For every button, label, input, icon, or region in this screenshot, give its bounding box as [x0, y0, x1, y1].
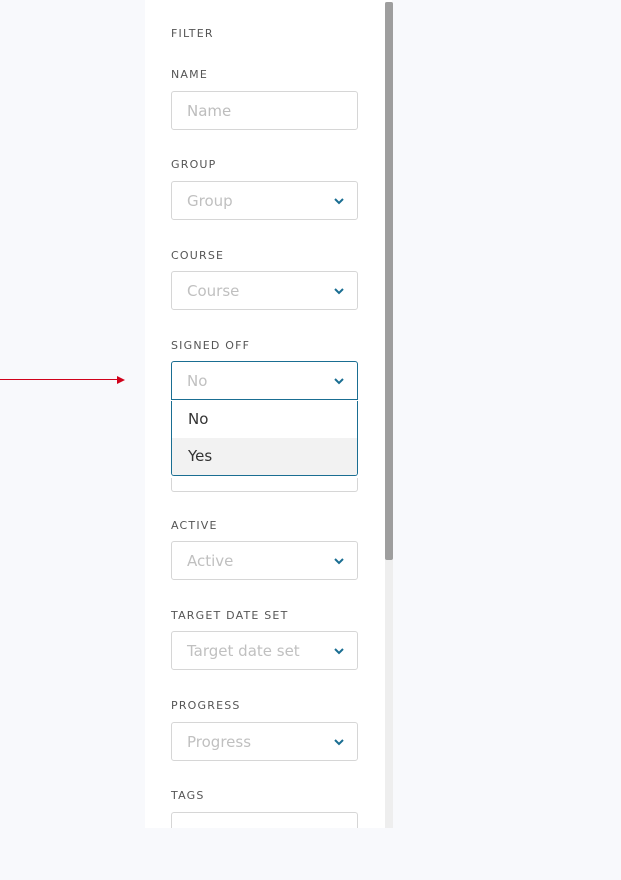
chevron-down-icon [334, 198, 344, 205]
chevron-down-icon [334, 739, 344, 746]
filter-heading: FILTER [171, 27, 214, 40]
dropdown-option-yes[interactable]: Yes [172, 438, 357, 475]
tags-field[interactable] [171, 812, 358, 828]
course-select-value: Course [187, 282, 240, 300]
name-input[interactable] [172, 92, 357, 129]
chevron-down-icon [334, 378, 344, 385]
target-date-set-label: TARGET DATE SET [171, 609, 289, 622]
progress-select[interactable]: Progress [171, 722, 358, 761]
progress-label: PROGRESS [171, 699, 241, 712]
progress-select-value: Progress [187, 733, 252, 751]
annotation-arrow-head [117, 376, 125, 384]
active-select-value: Active [187, 552, 234, 570]
hidden-field-edge [171, 478, 358, 492]
course-label: COURSE [171, 249, 225, 262]
group-select[interactable]: Group [171, 181, 358, 220]
signed-off-select-value: No [187, 372, 208, 390]
chevron-down-icon [334, 558, 344, 565]
name-label: NAME [171, 68, 208, 81]
scrollbar-thumb[interactable] [385, 2, 393, 560]
group-label: GROUP [171, 158, 217, 171]
signed-off-label: SIGNED OFF [171, 339, 251, 352]
annotation-arrow-line [0, 379, 118, 380]
chevron-down-icon [334, 648, 344, 655]
signed-off-dropdown: No Yes [171, 401, 358, 476]
dropdown-option-no[interactable]: No [172, 401, 357, 438]
active-label: ACTIVE [171, 519, 218, 532]
name-field[interactable] [171, 91, 358, 130]
chevron-down-icon [334, 288, 344, 295]
tags-label: TAGS [171, 789, 205, 802]
group-select-value: Group [187, 192, 233, 210]
target-date-set-select[interactable]: Target date set [171, 631, 358, 670]
target-date-set-select-value: Target date set [187, 642, 300, 660]
course-select[interactable]: Course [171, 271, 358, 310]
active-select[interactable]: Active [171, 541, 358, 580]
signed-off-select[interactable]: No [171, 361, 358, 400]
